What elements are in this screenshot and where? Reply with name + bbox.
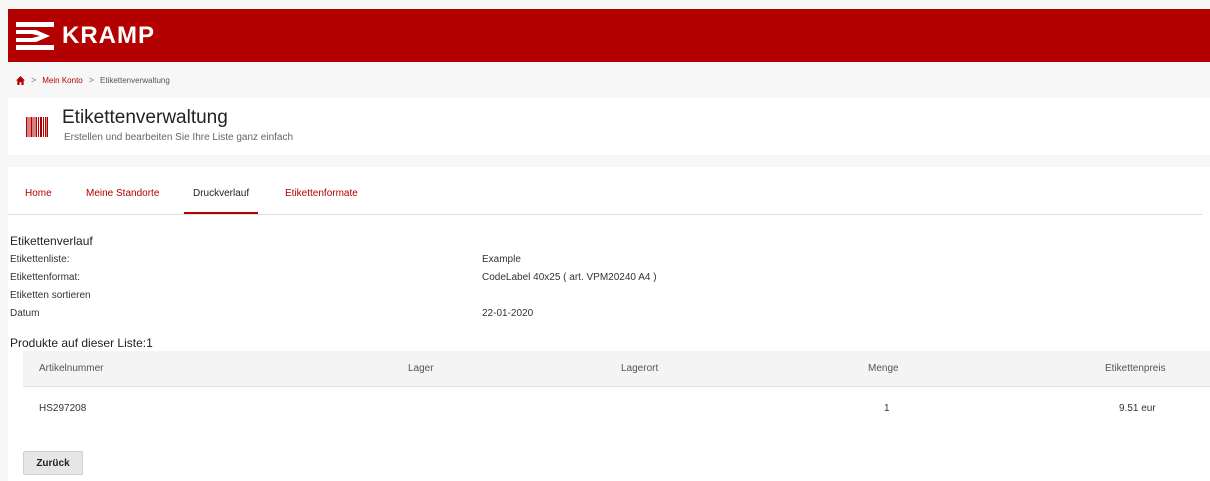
tab-meine-standorte[interactable]: Meine Standorte: [86, 188, 159, 199]
column-header-lagerort[interactable]: Lagerort: [621, 363, 658, 374]
breadcrumb-separator: >: [31, 75, 37, 85]
page-subtitle: Erstellen und bearbeiten Sie Ihre Liste …: [64, 132, 294, 143]
breadcrumb-item-current: Etikettenverwaltung: [100, 75, 170, 85]
info-value: 22-01-2020: [482, 308, 534, 319]
products-title: Produkte auf dieser Liste:1: [10, 336, 153, 350]
tab-bar: Home Meine Standorte Druckverlauf Etiket…: [8, 167, 1202, 215]
page-title: Etikettenverwaltung: [62, 107, 228, 128]
cell-etikettenpreis: 9.51 eur: [1119, 403, 1156, 414]
tab-home[interactable]: Home: [25, 188, 52, 199]
info-label: Etiketten sortieren: [10, 290, 91, 301]
active-tab-indicator: [184, 212, 258, 214]
info-label: Etikettenformat:: [10, 272, 81, 283]
info-value: Example: [482, 254, 521, 265]
home-icon[interactable]: [16, 75, 25, 85]
kramp-logo[interactable]: KRAMP: [16, 19, 155, 53]
barcode-icon: [26, 117, 48, 137]
column-header-etikettenpreis[interactable]: Etikettenpreis: [1105, 363, 1166, 374]
back-button[interactable]: Zurück: [23, 451, 83, 475]
column-header-artikelnummer[interactable]: Artikelnummer: [39, 363, 103, 374]
brand-name: KRAMP: [62, 22, 155, 49]
table-header: Artikelnummer Lager Lagerort Menge Etike…: [23, 351, 1210, 387]
info-label: Etikettenliste:: [10, 254, 70, 265]
page-header: Etikettenverwaltung Erstellen und bearbe…: [8, 98, 1210, 155]
section-title-etikettenverlauf: Etikettenverlauf: [10, 234, 93, 248]
main-content: Home Meine Standorte Druckverlauf Etiket…: [8, 167, 1210, 481]
cell-menge: 1: [884, 403, 890, 414]
cell-artikelnummer: HS297208: [39, 403, 87, 414]
tab-druckverlauf[interactable]: Druckverlauf: [193, 188, 249, 199]
column-header-lager[interactable]: Lager: [408, 363, 434, 374]
column-header-menge[interactable]: Menge: [868, 363, 899, 374]
breadcrumb-separator: >: [88, 75, 94, 85]
breadcrumb: > Mein Konto > Etikettenverwaltung: [16, 74, 170, 86]
tab-etikettenformate[interactable]: Etikettenformate: [285, 188, 358, 199]
top-bar: KRAMP: [8, 9, 1210, 62]
breadcrumb-item-mein-konto[interactable]: Mein Konto: [42, 76, 82, 85]
info-value: CodeLabel 40x25 ( art. VPM20240 A4 ): [482, 272, 657, 283]
info-label: Datum: [10, 308, 40, 319]
kramp-logo-icon: [16, 22, 54, 50]
